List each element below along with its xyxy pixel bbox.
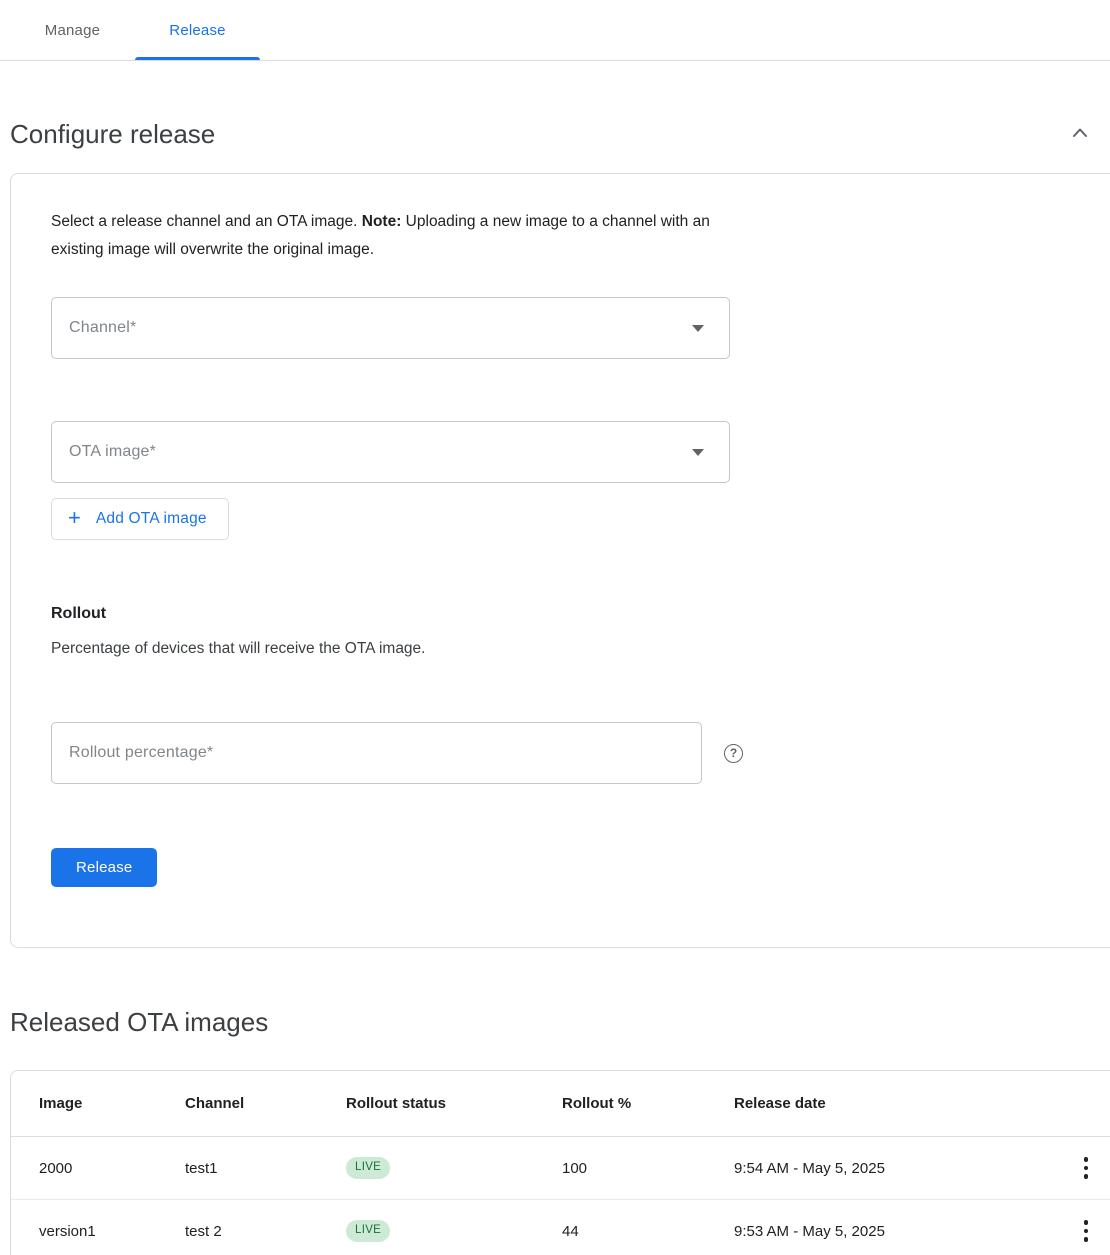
channel-select[interactable]: Channel* [51,297,730,359]
cell-rollout-status: LIVE [346,1157,562,1179]
tab-bar: Manage Release [0,0,1110,61]
ota-image-select-label: OTA image* [69,443,156,461]
row-actions-menu-button[interactable] [1072,1151,1100,1185]
dropdown-arrow-icon [692,449,704,456]
cell-release-date: 9:53 AM - May 5, 2025 [734,1223,1054,1240]
rollout-heading: Rollout [51,605,1084,623]
kebab-icon [1084,1157,1089,1179]
released-ota-images-table: Image Channel Rollout status Rollout % R… [10,1070,1110,1255]
live-status-badge: LIVE [346,1157,390,1179]
table-header-row: Image Channel Rollout status Rollout % R… [11,1071,1110,1137]
release-button[interactable]: Release [51,848,157,887]
cell-rollout-percent: 44 [562,1223,734,1240]
tab-release[interactable]: Release [135,0,260,60]
configure-release-card: Select a release channel and an OTA imag… [10,173,1110,948]
note-label: Note: [362,213,402,230]
help-icon[interactable]: ? [724,744,743,763]
tab-release-label: Release [169,22,225,39]
rollout-description: Percentage of devices that will receive … [51,640,1084,658]
tab-manage-label: Manage [45,22,100,39]
cell-channel: test 2 [185,1223,346,1240]
rollout-percentage-row: Rollout percentage* ? [51,722,1084,784]
ota-image-select[interactable]: OTA image* [51,421,730,483]
cell-image: 2000 [39,1160,185,1177]
column-header-image: Image [39,1095,185,1112]
tab-manage[interactable]: Manage [10,0,135,60]
kebab-icon [1084,1220,1089,1242]
live-status-badge: LIVE [346,1220,390,1242]
rollout-percentage-label: Rollout percentage* [69,744,213,762]
cell-channel: test1 [185,1160,346,1177]
cell-rollout-percent: 100 [562,1160,734,1177]
column-header-rollout-percent: Rollout % [562,1095,734,1112]
plus-icon: + [68,507,81,529]
released-ota-images-header: Released OTA images [0,1006,1110,1038]
column-header-rollout-status: Rollout status [346,1095,562,1112]
instructions-text-start: Select a release channel and an OTA imag… [51,213,362,230]
add-ota-image-button[interactable]: + Add OTA image [51,498,229,540]
configure-release-header: Configure release [0,118,1110,150]
cell-rollout-status: LIVE [346,1220,562,1242]
released-ota-images-title: Released OTA images [10,1006,268,1038]
column-header-channel: Channel [185,1095,346,1112]
table-row: version1 test 2 LIVE 44 9:53 AM - May 5,… [11,1200,1110,1255]
cell-image: version1 [39,1223,185,1240]
dropdown-arrow-icon [692,325,704,332]
rollout-percentage-input[interactable]: Rollout percentage* [51,722,702,784]
channel-select-label: Channel* [69,319,136,337]
configure-release-title: Configure release [10,118,215,150]
collapse-section-button[interactable] [1064,118,1096,150]
column-header-release-date: Release date [734,1095,1054,1112]
add-ota-image-button-label: Add OTA image [96,510,207,528]
chevron-up-icon [1068,121,1092,148]
release-instructions: Select a release channel and an OTA imag… [51,208,741,264]
row-actions-menu-button[interactable] [1072,1214,1100,1248]
cell-release-date: 9:54 AM - May 5, 2025 [734,1160,1054,1177]
table-row: 2000 test1 LIVE 100 9:54 AM - May 5, 202… [11,1137,1110,1200]
